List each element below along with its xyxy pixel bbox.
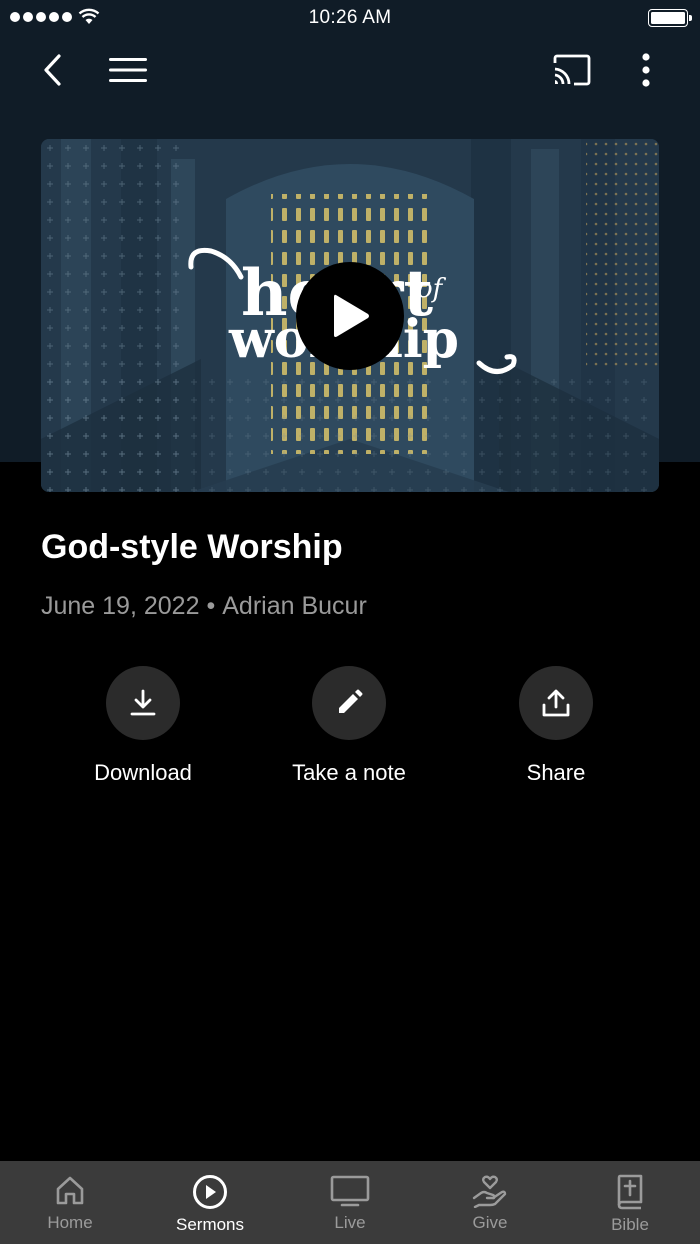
tab-bible[interactable]: Bible [560, 1161, 700, 1244]
status-bar: 10:26 AM [0, 0, 700, 36]
bottom-tab-bar: Home Sermons Live Give Bible [0, 1161, 700, 1244]
more-options-button[interactable] [626, 48, 666, 92]
download-circle [106, 666, 180, 740]
meta-separator: • [206, 592, 216, 620]
sermon-date: June 19, 2022 [41, 592, 200, 620]
battery-icon [648, 9, 692, 27]
logo-small: of [417, 274, 447, 304]
chevron-left-icon [44, 54, 61, 86]
tab-home[interactable]: Home [0, 1161, 140, 1244]
heart-hand-icon [472, 1175, 507, 1208]
more-vertical-icon [642, 53, 650, 87]
hamburger-menu-icon [109, 58, 147, 82]
play-button[interactable] [296, 262, 404, 370]
sermon-video-thumbnail[interactable]: heart of worship [41, 139, 659, 492]
status-time: 10:26 AM [308, 7, 392, 28]
share-label: Share [526, 760, 586, 785]
menu-button[interactable] [104, 48, 152, 92]
tab-home-label: Home [47, 1213, 93, 1232]
cast-button[interactable] [548, 48, 596, 92]
download-button[interactable]: Download [43, 666, 243, 786]
home-icon [56, 1176, 84, 1205]
download-label: Download [94, 760, 192, 785]
cast-icon [553, 54, 591, 86]
tab-live[interactable]: Live [280, 1161, 420, 1244]
sermon-speaker: Adrian Bucur [222, 592, 367, 620]
tab-give-label: Give [472, 1213, 508, 1232]
tab-sermons[interactable]: Sermons [140, 1161, 280, 1244]
share-icon [542, 689, 570, 717]
back-button[interactable] [30, 48, 74, 92]
tab-live-label: Live [334, 1213, 366, 1232]
tv-icon [330, 1175, 370, 1207]
download-icon [130, 689, 156, 716]
take-note-label: Take a note [292, 760, 406, 785]
bible-icon [617, 1174, 643, 1210]
sermon-title: God-style Worship [41, 528, 343, 566]
play-circle-icon [193, 1175, 227, 1209]
tab-sermons-label: Sermons [175, 1215, 245, 1234]
share-button[interactable]: Share [456, 666, 656, 786]
take-note-button[interactable]: Take a note [249, 666, 449, 786]
tab-give[interactable]: Give [420, 1161, 560, 1244]
tab-bible-label: Bible [611, 1215, 649, 1234]
pencil-icon [339, 689, 363, 713]
note-circle [312, 666, 386, 740]
share-circle [519, 666, 593, 740]
play-icon [334, 294, 369, 337]
sermon-meta: June 19, 2022 • Adrian Bucur [41, 592, 367, 621]
